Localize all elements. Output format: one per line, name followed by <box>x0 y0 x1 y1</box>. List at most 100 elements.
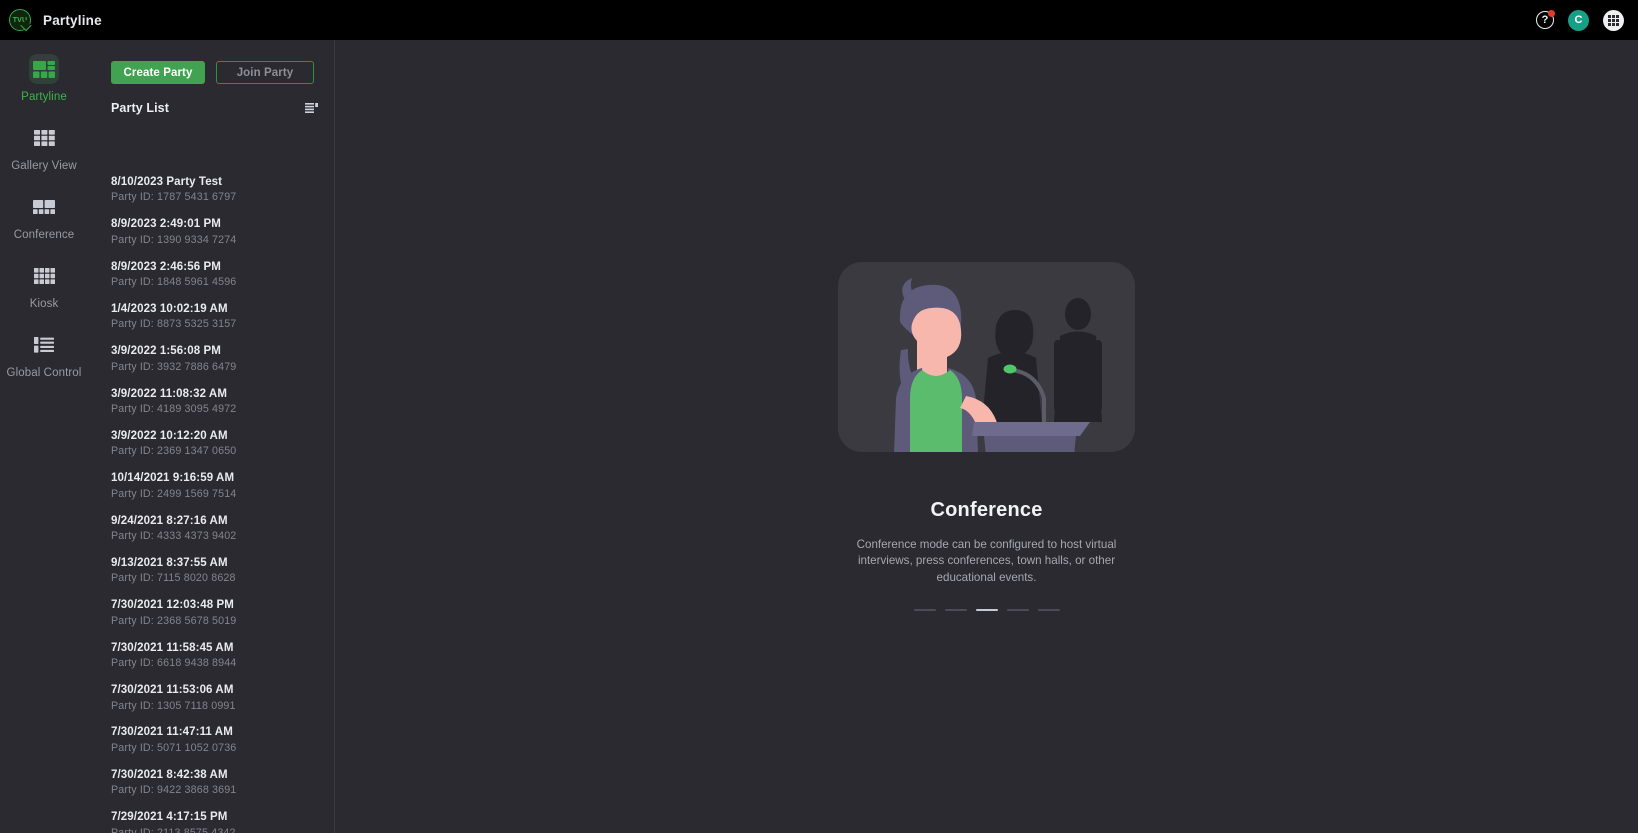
party-id: Party ID: 7115 8020 8628 <box>111 572 236 585</box>
sidebar-item-global-control[interactable]: Global Control <box>0 316 88 385</box>
sidebar-item-label: Global Control <box>6 367 82 379</box>
list-item[interactable]: 7/30/2021 12:03:48 PM Party ID: 2368 567… <box>88 598 334 628</box>
party-name: 7/30/2021 11:47:11 AM <box>111 726 233 739</box>
party-name: 3/9/2022 10:12:20 AM <box>111 430 228 443</box>
sidebar-item-label: Conference <box>13 229 75 241</box>
party-id: Party ID: 1848 5961 4596 <box>111 276 237 289</box>
carousel-dot-active[interactable] <box>975 608 998 612</box>
party-id: Party ID: 4333 4373 9402 <box>111 530 237 543</box>
party-id: Party ID: 9422 3868 3691 <box>111 784 237 797</box>
carousel-dot[interactable] <box>1006 608 1029 612</box>
party-name: 8/9/2023 2:46:56 PM <box>111 260 221 273</box>
party-name: 7/30/2021 8:42:38 AM <box>111 768 228 781</box>
party-name: 9/13/2021 8:37:55 AM <box>111 557 228 570</box>
party-name: 10/14/2021 9:16:59 AM <box>111 472 235 485</box>
party-id: Party ID: 8873 5325 3157 <box>111 318 237 331</box>
help-icon-glyph: ? <box>1541 14 1549 26</box>
carousel-dot[interactable] <box>1037 608 1060 612</box>
list-item[interactable]: 1/4/2023 10:02:19 AM Party ID: 8873 5325… <box>88 302 334 332</box>
list-item[interactable]: 9/24/2021 8:27:16 AM Party ID: 4333 4373… <box>88 514 334 544</box>
partyline-grid-icon <box>29 54 59 84</box>
party-name: 3/9/2022 1:56:08 PM <box>111 345 221 358</box>
list-item[interactable]: 7/30/2021 11:58:45 AM Party ID: 6618 943… <box>88 641 334 671</box>
list-item[interactable]: 7/30/2021 11:47:11 AM Party ID: 5071 105… <box>88 725 334 755</box>
global-control-icon <box>29 330 59 360</box>
party-id: Party ID: 5071 1052 0736 <box>111 741 237 754</box>
list-view-icon[interactable] <box>305 102 318 114</box>
party-name: 7/29/2021 4:17:15 PM <box>111 811 228 824</box>
list-item[interactable]: 8/9/2023 2:49:01 PM Party ID: 1390 9334 … <box>88 217 334 247</box>
list-item[interactable]: 9/13/2021 8:37:55 AM Party ID: 7115 8020… <box>88 556 334 586</box>
party-id: Party ID: 1305 7118 0991 <box>111 699 236 712</box>
sidebar-item-partyline[interactable]: Partyline <box>0 40 88 109</box>
conference-grid-glyph <box>33 200 55 214</box>
gallery-grid-glyph <box>33 130 55 146</box>
carousel-dot[interactable] <box>944 608 967 612</box>
list-item[interactable]: 8/9/2023 2:46:56 PM Party ID: 1848 5961 … <box>88 260 334 290</box>
party-name: 7/30/2021 12:03:48 PM <box>111 599 234 612</box>
gallery-grid-icon <box>29 123 59 153</box>
party-list-scroll-area[interactable]: 8/10/2023 Party Test Party ID: 1787 5431… <box>88 168 334 833</box>
party-id: Party ID: 6618 9438 8944 <box>111 657 237 670</box>
create-party-button[interactable]: Create Party <box>111 61 205 84</box>
help-question-icon[interactable]: ? <box>1536 10 1555 29</box>
list-item[interactable]: 7/30/2021 8:42:38 AM Party ID: 9422 3868… <box>88 768 334 798</box>
party-name: 7/30/2021 11:58:45 AM <box>111 641 234 654</box>
party-name: 8/10/2023 Party Test <box>111 176 223 188</box>
list-item[interactable]: 7/29/2021 4:17:15 PM Party ID: 2113 8575… <box>88 810 334 833</box>
carousel-indicators <box>913 608 1060 612</box>
hero-title: Conference <box>930 498 1043 521</box>
party-id: Party ID: 2368 5678 5019 <box>111 614 237 627</box>
sidebar-item-label: Kiosk <box>29 298 59 310</box>
sidebar-item-gallery-view[interactable]: Gallery View <box>0 109 88 178</box>
party-name: 9/24/2021 8:27:16 AM <box>111 514 228 527</box>
join-party-button[interactable]: Join Party <box>216 61 314 84</box>
partyline-grid-glyph <box>33 60 55 78</box>
notification-badge-dot <box>1548 10 1555 17</box>
sidebar-item-conference[interactable]: Conference <box>0 178 88 247</box>
party-name: 1/4/2023 10:02:19 AM <box>111 303 228 316</box>
tvu-logo-icon: TVU <box>9 9 31 31</box>
list-item[interactable]: 8/10/2023 Party Test Party ID: 1787 5431… <box>88 175 334 205</box>
sidebar-item-kiosk[interactable]: Kiosk <box>0 247 88 316</box>
illustration-graphic <box>838 261 1135 452</box>
avatar-initial: C <box>1574 14 1583 26</box>
sidebar-item-label: Partyline <box>21 91 67 103</box>
party-id: Party ID: 2499 1569 7514 <box>111 487 237 500</box>
main-content-stage: Conference Conference mode can be config… <box>335 40 1638 833</box>
header-actions: ? C <box>1536 0 1624 40</box>
top-header-bar: TVU Partyline ? C <box>0 0 1638 40</box>
left-navigation-rail: Partyline Gallery View Conference Kiosk … <box>0 40 88 833</box>
sidebar-item-label: Gallery View <box>11 160 77 172</box>
party-id: Party ID: 2113 8575 4342 <box>111 826 236 833</box>
party-id: Party ID: 2369 1347 0650 <box>111 445 237 458</box>
party-name: 7/30/2021 11:53:06 AM <box>111 684 234 697</box>
apps-grid-glyph <box>1608 14 1619 26</box>
party-name: 3/9/2022 11:08:32 AM <box>111 387 228 400</box>
list-item[interactable]: 7/30/2021 11:53:06 AM Party ID: 1305 711… <box>88 683 334 713</box>
apps-grid-icon[interactable] <box>1603 9 1624 31</box>
party-id: Party ID: 1390 9334 7274 <box>111 233 237 246</box>
app-title: Partyline <box>43 12 102 28</box>
kiosk-grid-glyph <box>33 268 55 284</box>
page-title: Party List <box>111 101 169 115</box>
carousel-dot[interactable] <box>913 608 936 612</box>
party-list-header: Party List <box>88 84 334 115</box>
avatar[interactable]: C <box>1568 9 1589 31</box>
kiosk-grid-icon <box>29 261 59 291</box>
party-name: 8/9/2023 2:49:01 PM <box>111 218 221 231</box>
list-item[interactable]: 3/9/2022 10:12:20 AM Party ID: 2369 1347… <box>88 429 334 459</box>
party-list-panel: Create Party Join Party Party List 8/10/… <box>88 40 335 833</box>
conference-grid-icon <box>29 192 59 222</box>
panel-action-buttons: Create Party Join Party <box>88 40 334 84</box>
brand-logo[interactable]: TVU Partyline <box>9 9 102 31</box>
party-id: Party ID: 3932 7886 6479 <box>111 360 237 373</box>
global-control-glyph <box>34 337 54 353</box>
conference-podium-speaker-illustration <box>838 261 1135 452</box>
hero-description: Conference mode can be configured to hos… <box>856 537 1117 585</box>
list-item[interactable]: 3/9/2022 1:56:08 PM Party ID: 3932 7886 … <box>88 344 334 374</box>
party-id: Party ID: 4189 3095 4972 <box>111 403 237 416</box>
list-item[interactable]: 3/9/2022 11:08:32 AM Party ID: 4189 3095… <box>88 387 334 417</box>
list-item[interactable]: 10/14/2021 9:16:59 AM Party ID: 2499 156… <box>88 471 334 501</box>
party-id: Party ID: 1787 5431 6797 <box>111 191 237 204</box>
